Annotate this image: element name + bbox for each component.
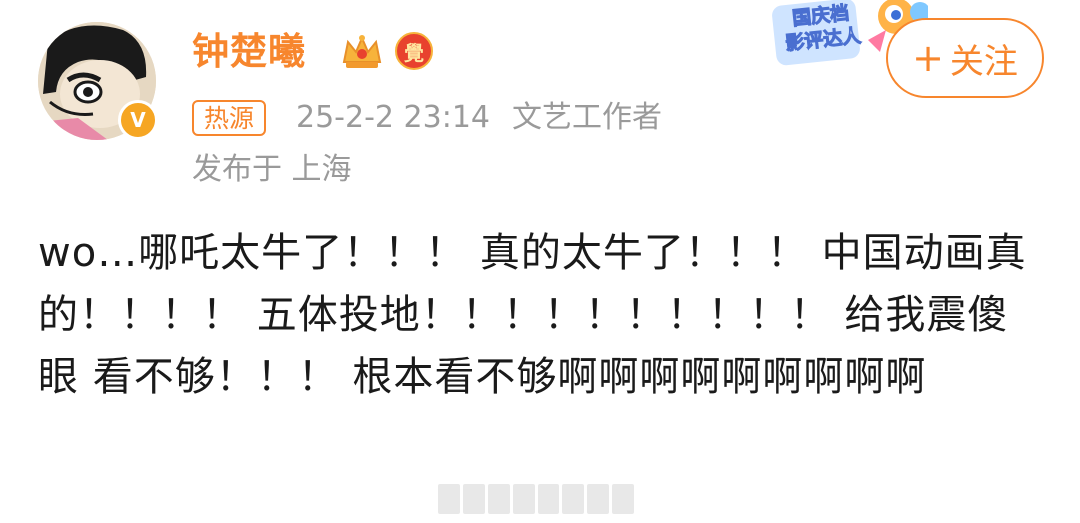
vip-level-badge-icon[interactable]: 覺 [395,32,433,70]
media-thumb[interactable] [587,484,610,514]
media-thumb[interactable] [462,484,485,514]
media-thumb[interactable] [487,484,510,514]
media-thumb[interactable] [438,484,460,514]
author-identity: 文艺工作者 [512,100,662,135]
verified-badge-icon: V [118,100,158,140]
media-thumb[interactable] [562,484,585,514]
media-thumb[interactable] [537,484,560,514]
crown-icon[interactable] [340,32,384,72]
media-thumb[interactable] [512,484,535,514]
follow-button-label: 关注 [949,41,1018,82]
post-meta: 25-2-2 23:14 文艺工作者 [296,98,662,138]
event-sticker-label: 国庆档 影评达人 [774,0,871,57]
media-preview-strip[interactable] [438,484,634,514]
media-thumb[interactable] [612,484,634,514]
author-name[interactable]: 钟楚曦 [192,28,306,76]
post-text: wo…哪吒太牛了！！！ 真的太牛了！！！ 中国动画真的！！！！ 五体投地！！！！… [38,230,1027,400]
weibo-post: V 钟楚曦 覺 热源 25-2-2 23:14 文艺工作者 发布于 上海 国庆档 … [0,0,1080,523]
hot-source-tag[interactable]: 热源 [192,100,267,136]
plus-icon: + [912,36,944,80]
follow-button[interactable]: + 关注 [886,18,1044,98]
post-location: 发布于 上海 [192,152,352,187]
post-datetime: 25-2-2 23:14 [296,100,490,135]
